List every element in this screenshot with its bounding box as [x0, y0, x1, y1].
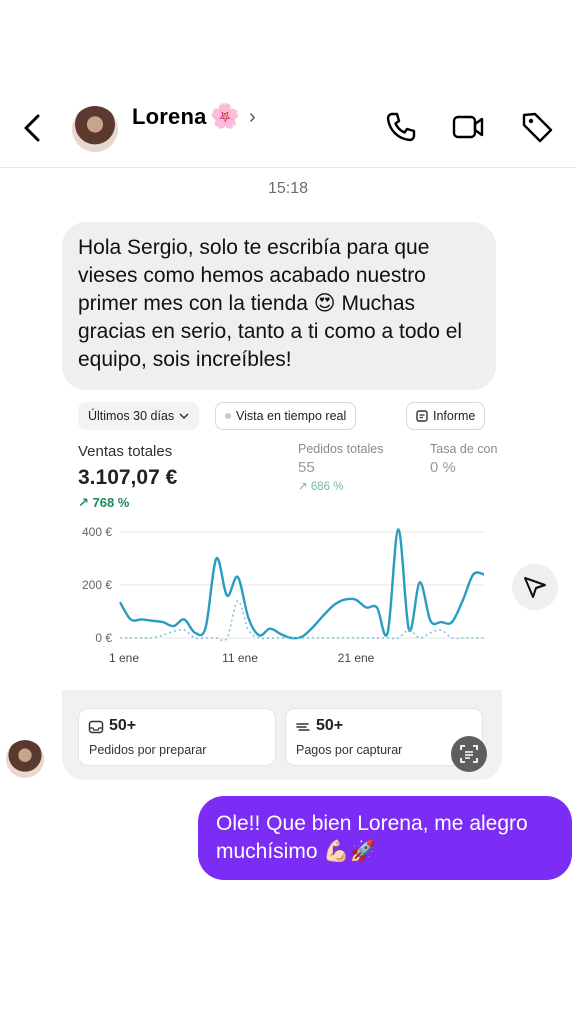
sender-avatar[interactable] [6, 740, 44, 778]
contact-name[interactable]: Lorena [132, 104, 207, 130]
sales-delta: ↗ 768 % [78, 495, 130, 510]
period-filter[interactable]: Últimos 30 días [78, 402, 200, 430]
scan-text-icon [460, 745, 478, 763]
sales-chart: 400 € 200 € 0 € 1 ene 11 ene 21 ene [82, 525, 485, 665]
chat-header: Lorena 🌸 › [0, 96, 576, 168]
scan-text-button[interactable] [451, 736, 487, 772]
incoming-message-bubble[interactable]: Hola Sergio, solo te escribía para que v… [62, 222, 496, 390]
x-tick-label: 11 ene [222, 651, 258, 665]
contact-emoji: 🌸 [210, 103, 240, 130]
payments-to-capture-label: Pagos por capturar [296, 743, 403, 757]
period-filter-label: Últimos 30 días [88, 409, 175, 423]
payments-to-capture-value: 50+ [316, 717, 344, 734]
chevron-down-icon [179, 413, 189, 420]
inbox-icon [88, 720, 104, 734]
tag-icon[interactable] [520, 110, 554, 144]
send-icon [524, 577, 546, 598]
sales-value: 3.107,07 € [78, 466, 178, 489]
orders-to-prepare-card[interactable]: 50+ Pedidos por preparar [78, 708, 276, 766]
outgoing-message-bubble[interactable]: Ole!! Que bien Lorena, me alegro muchísi… [198, 796, 572, 880]
orders-label: Pedidos totales [298, 442, 384, 456]
orders-delta: ↗ 686 % [298, 481, 344, 493]
realtime-filter[interactable]: Vista en tiempo real [215, 402, 357, 430]
conversion-label: Tasa de con [430, 442, 498, 456]
status-dot-icon [225, 413, 231, 419]
realtime-filter-label: Vista en tiempo real [236, 409, 347, 423]
x-tick-label: 1 ene [109, 651, 139, 665]
contact-avatar[interactable] [72, 106, 118, 152]
report-button[interactable]: Informe [406, 402, 486, 430]
video-icon[interactable] [451, 110, 485, 144]
message-timestamp: 15:18 [267, 180, 309, 197]
sales-series-line [118, 528, 485, 640]
orders-to-prepare-value: 50+ [109, 717, 137, 734]
x-tick-label: 21 ene [338, 651, 375, 665]
dashboard-screenshot[interactable]: Últimos 30 días Vista en tiempo real Inf… [62, 390, 502, 780]
sales-label: Ventas totales [78, 443, 173, 460]
chevron-right-icon[interactable]: › [249, 106, 256, 129]
report-icon [416, 410, 428, 422]
share-button[interactable] [512, 564, 558, 610]
phone-icon[interactable] [384, 110, 418, 144]
orders-value: 55 [298, 459, 315, 476]
report-button-label: Informe [433, 409, 476, 423]
y-tick-label: 200 € [82, 578, 112, 592]
cash-icon [296, 723, 310, 731]
y-tick-label: 400 € [82, 525, 112, 539]
back-icon[interactable] [18, 110, 48, 146]
orders-to-prepare-label: Pedidos por preparar [89, 743, 207, 757]
conversion-value: 0 % [430, 459, 456, 476]
y-tick-label: 0 € [95, 631, 112, 645]
